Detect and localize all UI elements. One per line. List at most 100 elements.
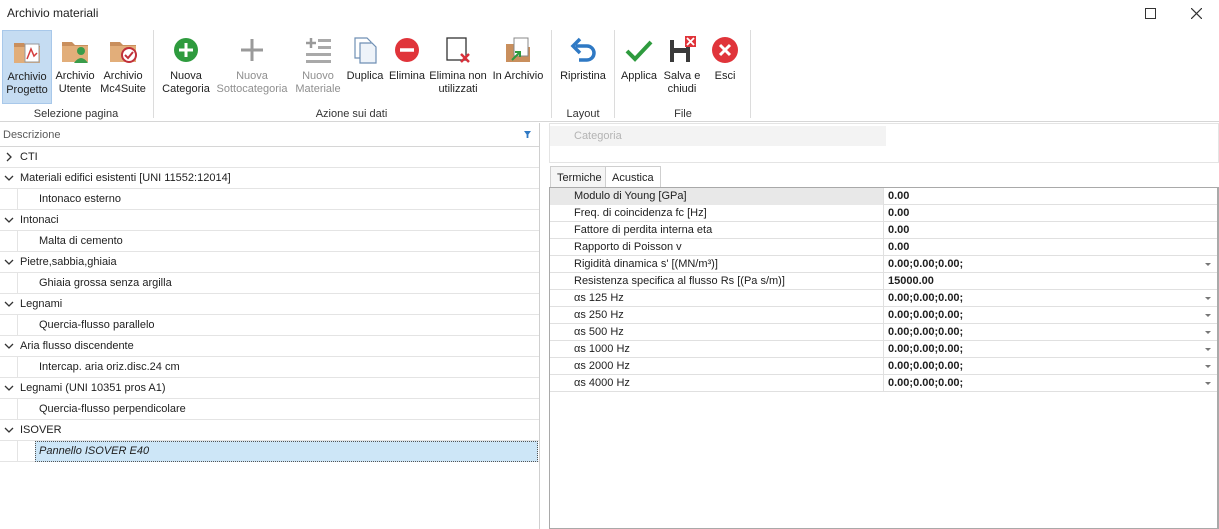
property-name: Fattore di perdita interna eta [550, 222, 884, 239]
tree-item[interactable]: Malta di cemento [0, 230, 539, 252]
property-value[interactable]: 15000.00 [888, 275, 934, 287]
property-row: αs 2000 Hz 0.00;0.00;0.00; [550, 358, 1217, 375]
tab-termiche[interactable]: Termiche [550, 166, 609, 188]
archivio-progetto-button[interactable]: Archivio Progetto [2, 30, 52, 104]
delete-unused-icon [446, 37, 470, 63]
splitter[interactable] [540, 123, 549, 529]
dropdown-arrow-icon[interactable] [1205, 365, 1211, 368]
property-value[interactable]: 0.00;0.00;0.00; [888, 377, 963, 389]
salva-chiudi-button[interactable]: Salva e chiudi [661, 30, 703, 104]
property-row: αs 250 Hz 0.00;0.00;0.00; [550, 307, 1217, 324]
group-page-selection: Archivio Progetto Archivio Utente Archiv… [0, 26, 152, 122]
group-file: Applica Salva e chiudi Esci File [616, 26, 750, 122]
in-archivio-button[interactable]: In Archivio [489, 30, 547, 104]
chevron-down-icon[interactable] [3, 382, 15, 394]
group-data-actions: Nuova Categoria Nuova Sottocategoria Nuo… [155, 26, 548, 122]
tree-indent-line [17, 314, 18, 336]
property-row: αs 1000 Hz 0.00;0.00;0.00; [550, 341, 1217, 358]
tree-item-label: Legnami (UNI 10351 pros A1) [20, 382, 166, 394]
add-list-icon [306, 38, 331, 63]
archivio-utente-button[interactable]: Archivio Utente [53, 30, 97, 104]
property-value[interactable]: 0.00;0.00;0.00; [888, 343, 963, 355]
ribbon: Archivio Progetto Archivio Utente Archiv… [0, 26, 1219, 122]
elimina-non-utilizzati-label: Elimina non utilizzati [429, 70, 487, 95]
chevron-down-icon[interactable] [3, 340, 15, 352]
tree-item[interactable]: Ghiaia grossa senza argilla [0, 272, 539, 294]
delete-circle-icon [395, 38, 419, 62]
chevron-right-icon[interactable] [3, 151, 15, 163]
applica-button[interactable]: Applica [619, 30, 659, 104]
dropdown-arrow-icon[interactable] [1205, 314, 1211, 317]
tree-category[interactable]: CTI [0, 147, 539, 168]
dropdown-arrow-icon[interactable] [1205, 382, 1211, 385]
filter-icon[interactable] [524, 131, 531, 138]
ripristina-label: Ripristina [560, 70, 606, 82]
tree-category[interactable]: ISOVER [0, 420, 539, 441]
applica-label: Applica [620, 70, 658, 82]
checkmark-icon [625, 40, 653, 62]
nuova-categoria-button[interactable]: Nuova Categoria [160, 30, 212, 104]
ribbon-separator [750, 30, 751, 118]
property-value[interactable]: 0.00 [888, 224, 909, 236]
archivio-mc4suite-button[interactable]: Archivio Mc4Suite [98, 30, 148, 104]
chevron-down-icon[interactable] [3, 172, 15, 184]
tree-category[interactable]: Intonaci [0, 210, 539, 231]
property-row: αs 125 Hz 0.00;0.00;0.00; [550, 290, 1217, 307]
property-row: Rapporto di Poisson v 0.00 [550, 239, 1217, 256]
tree-item[interactable]: Intercap. aria oriz.disc.24 cm [0, 356, 539, 378]
tree-category[interactable]: Legnami [0, 294, 539, 315]
nuova-sottocategoria-button[interactable]: Nuova Sottocategoria [214, 30, 290, 104]
esci-button[interactable]: Esci [705, 30, 745, 104]
tree-indent-line [17, 188, 18, 210]
send-to-archive-icon [506, 37, 530, 62]
elimina-non-utilizzati-button[interactable]: Elimina non utilizzati [429, 30, 487, 104]
tree-column-header[interactable]: Descrizione [0, 123, 539, 147]
dropdown-arrow-icon[interactable] [1205, 331, 1211, 334]
chevron-down-icon[interactable] [3, 424, 15, 436]
dropdown-arrow-icon[interactable] [1205, 348, 1211, 351]
duplica-label: Duplica [346, 70, 384, 82]
tree-item[interactable]: Quercia-flusso parallelo [0, 314, 539, 336]
elimina-button[interactable]: Elimina [387, 30, 427, 104]
undo-arrow-icon [570, 37, 596, 62]
dropdown-arrow-icon[interactable] [1205, 263, 1211, 266]
esci-label: Esci [714, 70, 736, 82]
property-value[interactable]: 0.00;0.00;0.00; [888, 292, 963, 304]
property-value[interactable]: 0.00 [888, 241, 909, 253]
tree-category[interactable]: Pietre,sabbia,ghiaia [0, 252, 539, 273]
property-name: Rapporto di Poisson v [550, 239, 884, 256]
close-window-button[interactable] [1173, 0, 1219, 26]
property-value[interactable]: 0.00;0.00;0.00; [888, 309, 963, 321]
dropdown-arrow-icon[interactable] [1205, 297, 1211, 300]
tree-item[interactable]: Pannello ISOVER E40 [0, 440, 539, 462]
ribbon-separator [551, 30, 552, 118]
maximize-button[interactable] [1127, 0, 1173, 26]
property-row: Resistenza specifica al flusso Rs [(Pa s… [550, 273, 1217, 290]
property-value[interactable]: 0.00 [888, 207, 909, 219]
tree-category[interactable]: Materiali edifici esistenti [UNI 11552:1… [0, 168, 539, 189]
chevron-down-icon[interactable] [3, 256, 15, 268]
tree-category[interactable]: Aria flusso discendente [0, 336, 539, 357]
property-value[interactable]: 0.00 [888, 190, 909, 202]
property-value[interactable]: 0.00;0.00;0.00; [888, 258, 963, 270]
tree-indent-line [17, 398, 18, 420]
chevron-down-icon[interactable] [3, 214, 15, 226]
property-name: αs 125 Hz [550, 290, 884, 307]
nuovo-materiale-button[interactable]: Nuovo Materiale [293, 30, 343, 104]
tree-category[interactable]: Legnami (UNI 10351 pros A1) [0, 378, 539, 399]
property-value[interactable]: 0.00;0.00;0.00; [888, 360, 963, 372]
title-bar: Archivio materiali [0, 0, 1219, 26]
maximize-icon [1144, 7, 1156, 19]
tab-acustica[interactable]: Acustica [605, 166, 661, 188]
tree-indent-line [17, 440, 18, 462]
tab-strip: Termiche Acustica [549, 166, 1219, 188]
material-tree: Descrizione CTI Materiali edifici esisten… [0, 123, 540, 529]
ripristina-button[interactable]: Ripristina [557, 30, 609, 104]
tree-item[interactable]: Intonaco esterno [0, 188, 539, 210]
duplica-button[interactable]: Duplica [345, 30, 385, 104]
chevron-down-icon[interactable] [3, 298, 15, 310]
save-close-icon [670, 36, 696, 62]
tree-item-label: Pietre,sabbia,ghiaia [20, 256, 117, 268]
property-value[interactable]: 0.00;0.00;0.00; [888, 326, 963, 338]
tree-item[interactable]: Quercia-flusso perpendicolare [0, 398, 539, 420]
